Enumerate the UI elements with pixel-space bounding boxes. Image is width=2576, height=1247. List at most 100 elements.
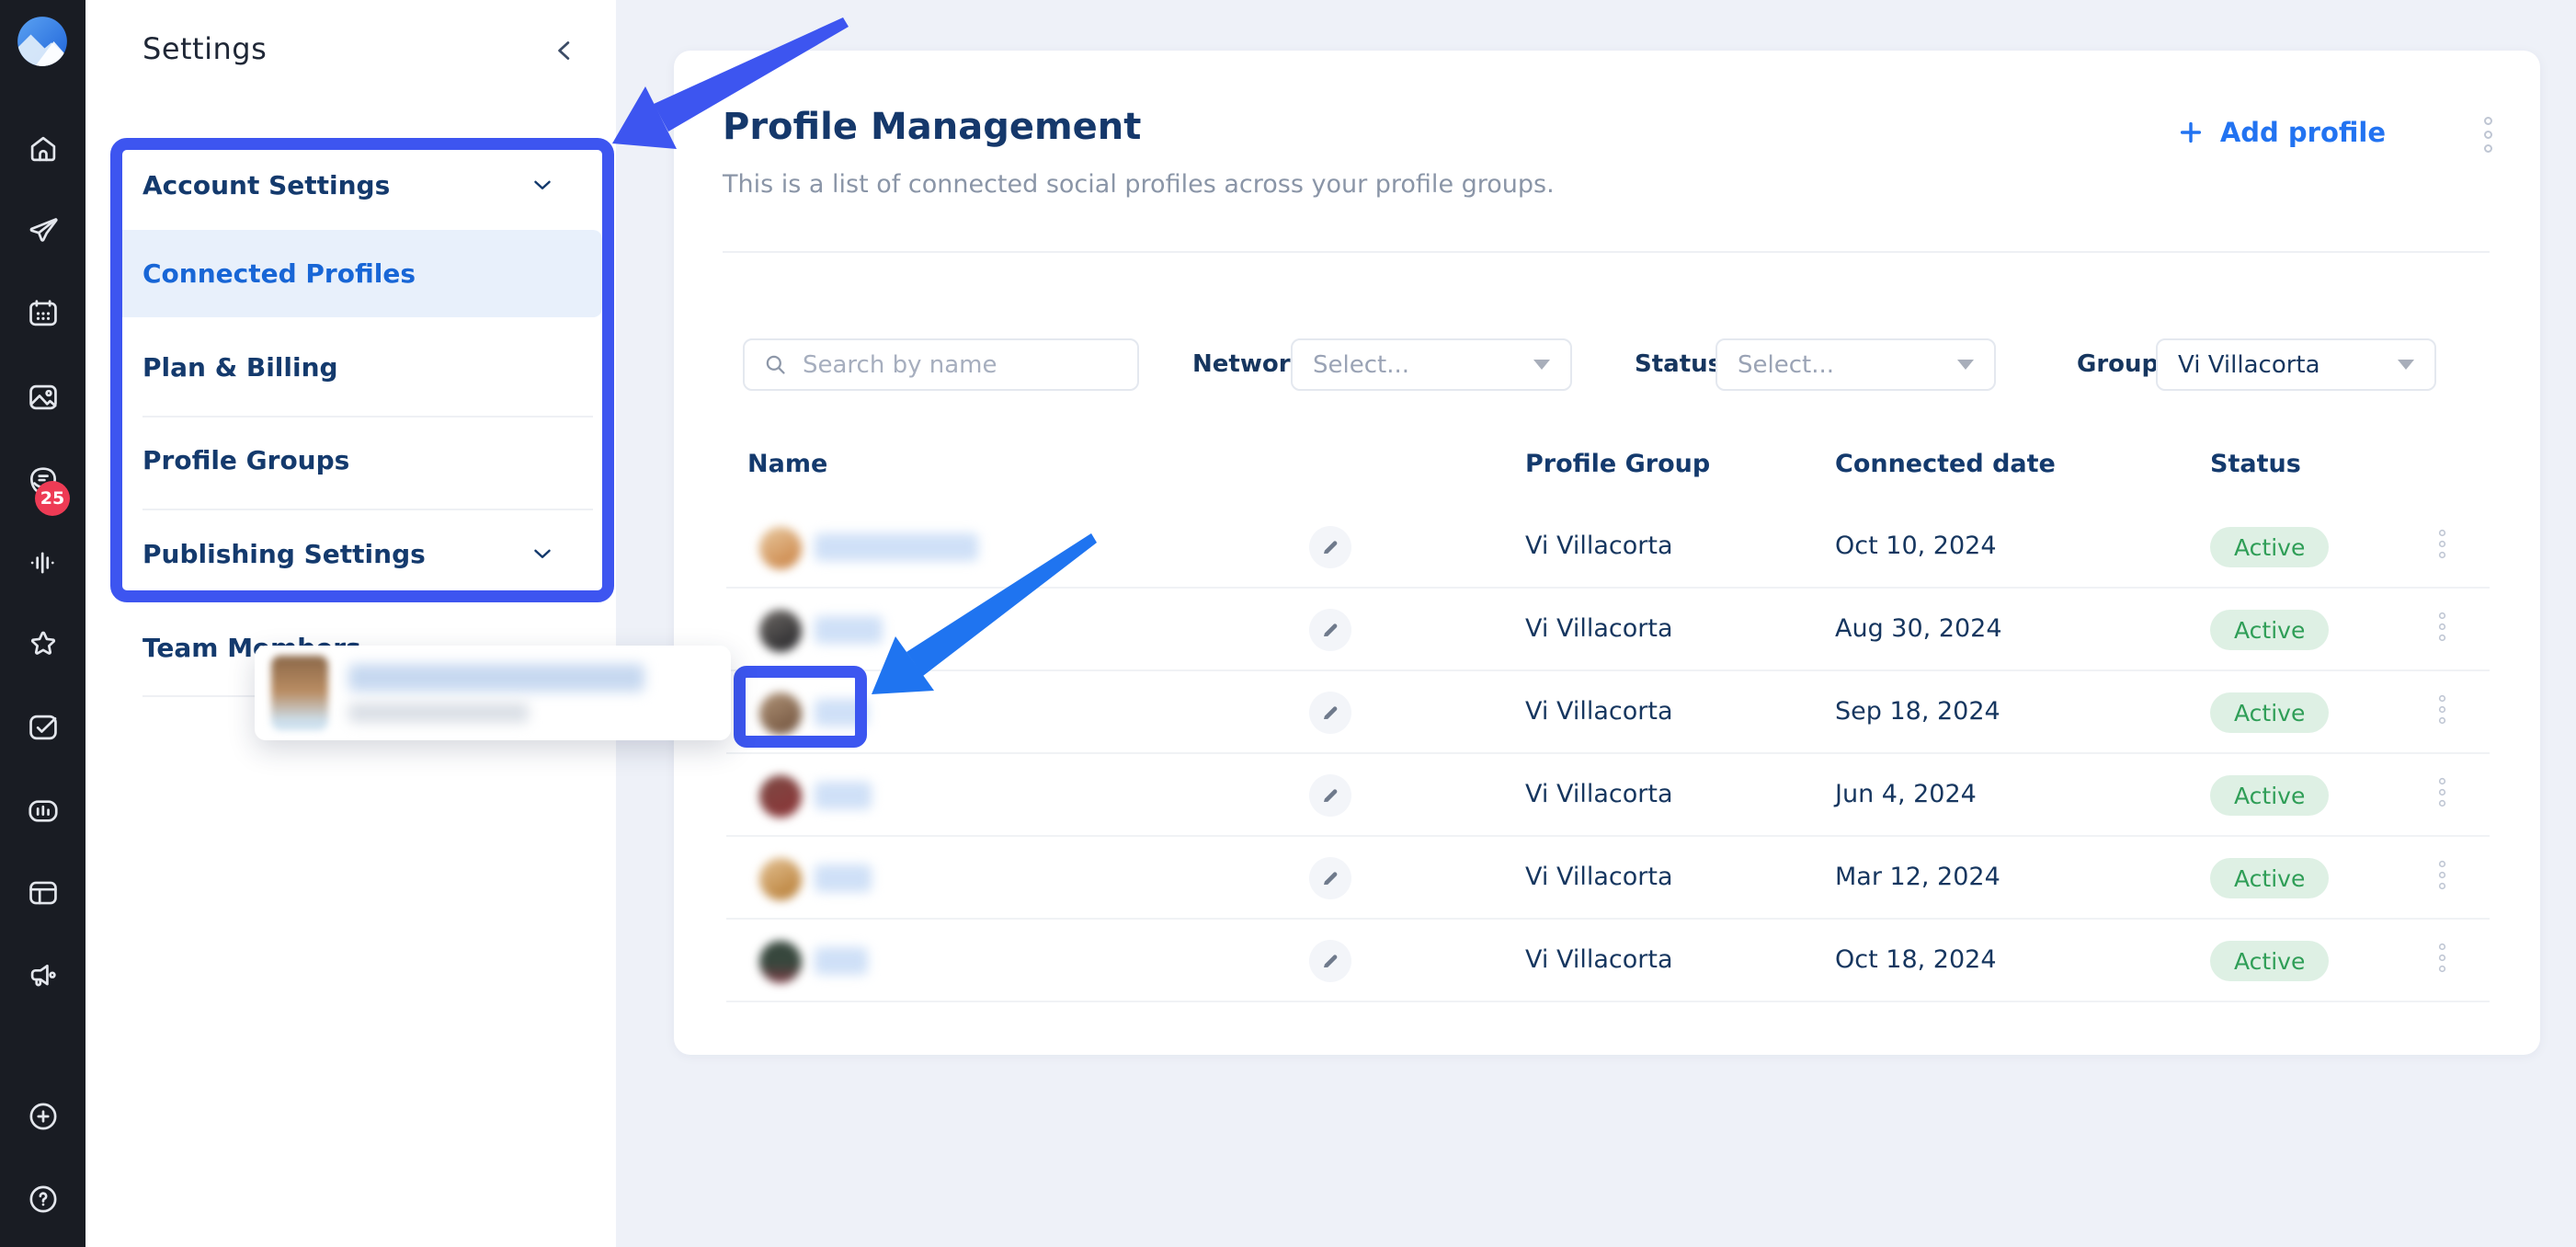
plus-icon	[2176, 118, 2206, 147]
table-row[interactable]: Vi Villacorta Oct 18, 2024 Active	[726, 920, 2490, 1002]
column-header-group: Profile Group	[1525, 450, 1710, 478]
column-header-date: Connected date	[1835, 450, 2056, 478]
sidebar-item-account-settings[interactable]: Account Settings	[122, 144, 602, 225]
sidebar-item-publishing-settings[interactable]: Publishing Settings	[122, 513, 602, 594]
row-kebab-menu[interactable]	[2439, 530, 2445, 558]
avatar	[759, 527, 802, 569]
calendar-icon[interactable]	[25, 295, 62, 332]
table-row[interactable]: Vi Villacorta Mar 12, 2024 Active	[726, 837, 2490, 920]
column-header-status: Status	[2210, 450, 2301, 478]
row-kebab-menu[interactable]	[2439, 861, 2445, 889]
connected-date-cell: Aug 30, 2024	[1835, 614, 2002, 643]
profile-group-cell: Vi Villacorta	[1525, 945, 1672, 974]
network-select[interactable]: Select...	[1291, 338, 1572, 391]
redacted-profile-detail	[348, 703, 529, 723]
avatar	[759, 610, 802, 652]
add-profile-button[interactable]: Add profile	[2176, 117, 2386, 148]
chevron-left-icon	[550, 35, 581, 66]
search-input[interactable]	[801, 350, 1104, 380]
pencil-icon	[1319, 536, 1341, 558]
sidebar-item-label: Account Settings	[142, 170, 390, 200]
app-screen: 25 Settings Account S	[0, 0, 2576, 1247]
reports-icon[interactable]	[25, 793, 62, 829]
profile-group-cell: Vi Villacorta	[1525, 532, 1672, 560]
help-circle-icon[interactable]	[25, 1181, 62, 1218]
sidebar-item-label: Connected Profiles	[142, 258, 416, 289]
tasks-icon[interactable]	[25, 709, 62, 746]
pencil-icon	[1319, 619, 1341, 641]
status-badge: Active	[2210, 610, 2329, 650]
redacted-profile-name	[815, 533, 978, 561]
table-row[interactable]: Vi Villacorta Aug 30, 2024 Active	[726, 589, 2490, 671]
profile-group-cell: Vi Villacorta	[1525, 697, 1672, 726]
home-icon[interactable]	[25, 131, 62, 167]
header-divider	[723, 251, 2490, 253]
caret-down-icon	[1957, 360, 1974, 370]
inbox-badge: 25	[35, 481, 70, 516]
edit-profile-button[interactable]	[1309, 609, 1351, 651]
table-row[interactable]: Vi Villacorta Oct 10, 2024 Active	[726, 506, 2490, 589]
sidebar-divider	[142, 509, 593, 510]
redacted-profile-name	[815, 864, 872, 892]
edit-profile-button[interactable]	[1309, 692, 1351, 734]
group-filter-label: Group	[2077, 350, 2159, 378]
status-badge: Active	[2210, 858, 2329, 898]
send-icon[interactable]	[25, 212, 62, 249]
row-kebab-menu[interactable]	[2439, 612, 2445, 641]
sidebar-item-connected-profiles[interactable]: Connected Profiles	[122, 230, 602, 317]
profile-hover-card	[255, 646, 731, 740]
listening-icon[interactable]	[25, 544, 62, 581]
header-kebab-menu[interactable]	[2484, 117, 2492, 153]
connected-date-cell: Oct 18, 2024	[1835, 945, 1997, 974]
network-filter-label: Network	[1192, 350, 1306, 378]
profiles-table: Name Profile Group Connected date Status…	[726, 437, 2490, 1012]
profile-group-cell: Vi Villacorta	[1525, 614, 1672, 643]
redacted-profile-name	[815, 616, 883, 644]
edit-profile-button[interactable]	[1309, 526, 1351, 568]
sidebar-item-label: Plan & Billing	[142, 352, 338, 383]
page-title: Profile Management	[723, 106, 1141, 148]
row-kebab-menu[interactable]	[2439, 695, 2445, 724]
sidebar-item-profile-groups[interactable]: Profile Groups	[122, 419, 602, 500]
table-row[interactable]: Vi Villacorta Sep 18, 2024 Active	[726, 671, 2490, 754]
search-icon	[763, 352, 788, 377]
avatar	[759, 941, 802, 983]
sidebar-item-plan-billing[interactable]: Plan & Billing	[122, 326, 602, 407]
group-select[interactable]: Vi Villacorta	[2156, 338, 2436, 391]
network-select-value: Select...	[1313, 351, 1409, 379]
edit-profile-button[interactable]	[1309, 857, 1351, 899]
row-kebab-menu[interactable]	[2439, 778, 2445, 807]
column-header-name: Name	[747, 450, 827, 478]
advocacy-icon[interactable]	[25, 957, 62, 994]
status-badge: Active	[2210, 941, 2329, 981]
row-kebab-menu[interactable]	[2439, 944, 2445, 972]
connected-date-cell: Sep 18, 2024	[1835, 697, 2000, 726]
add-profile-label: Add profile	[2220, 117, 2386, 148]
search-box	[743, 338, 1139, 391]
connected-date-cell: Jun 4, 2024	[1835, 780, 1977, 808]
add-circle-icon[interactable]	[25, 1098, 62, 1135]
pencil-icon	[1319, 784, 1341, 807]
table-row[interactable]: Vi Villacorta Jun 4, 2024 Active	[726, 754, 2490, 837]
media-icon[interactable]	[25, 379, 62, 416]
edit-profile-button[interactable]	[1309, 940, 1351, 982]
status-badge: Active	[2210, 775, 2329, 816]
chevron-down-icon	[529, 540, 556, 567]
connected-date-cell: Mar 12, 2024	[1835, 863, 2000, 891]
pencil-icon	[1319, 867, 1341, 889]
caret-down-icon	[1533, 360, 1550, 370]
avatar	[759, 858, 802, 900]
reviews-star-icon[interactable]	[25, 626, 62, 663]
sidebar-collapse-button[interactable]	[550, 35, 581, 66]
boards-icon[interactable]	[25, 875, 62, 911]
connected-date-cell: Oct 10, 2024	[1835, 532, 1997, 560]
vista-social-logo[interactable]	[15, 14, 70, 67]
group-select-value: Vi Villacorta	[2178, 351, 2320, 379]
pencil-icon	[1319, 950, 1341, 972]
caret-down-icon	[2398, 360, 2414, 370]
icon-rail: 25	[0, 0, 85, 1247]
status-badge: Active	[2210, 692, 2329, 733]
status-select[interactable]: Select...	[1715, 338, 1996, 391]
edit-profile-button[interactable]	[1309, 774, 1351, 817]
settings-sidebar: Settings Account Settings Connected Prof…	[85, 0, 616, 1247]
